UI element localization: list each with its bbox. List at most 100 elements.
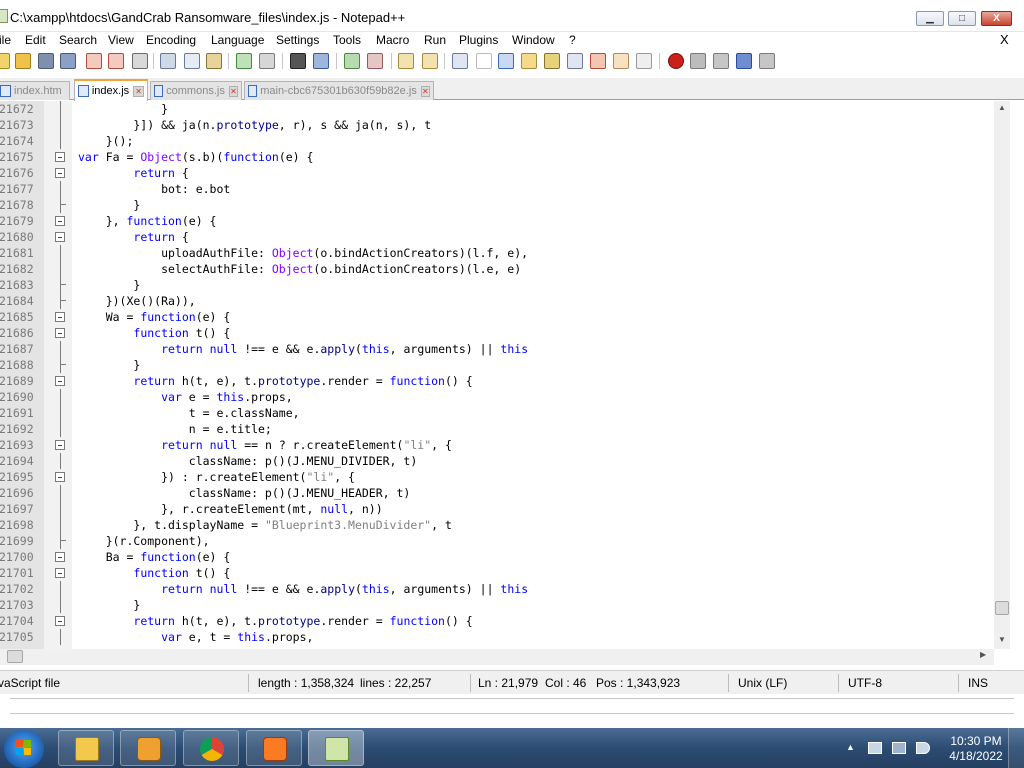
menu-edit[interactable]: Edit bbox=[25, 33, 46, 47]
scroll-down-arrow-icon[interactable]: ▼ bbox=[998, 635, 1006, 644]
code-line[interactable]: 21685 Wa = function(e) { bbox=[0, 309, 1010, 325]
fold-minus-icon[interactable] bbox=[55, 216, 65, 226]
find-icon[interactable] bbox=[290, 53, 306, 69]
menu-run[interactable]: Run bbox=[424, 33, 446, 47]
fold-minus-icon[interactable] bbox=[55, 168, 65, 178]
stop-macro-icon[interactable] bbox=[690, 53, 706, 69]
monitoring-eye-icon[interactable] bbox=[636, 53, 652, 69]
copy-icon[interactable] bbox=[184, 53, 200, 69]
tab-close-icon[interactable]: ✕ bbox=[420, 85, 430, 97]
code-line[interactable]: 21673 }]) && ja(n.prototype, r), s && ja… bbox=[0, 117, 1010, 133]
close-icon[interactable] bbox=[86, 53, 102, 69]
code-line[interactable]: 21701 function t() { bbox=[0, 565, 1010, 581]
code-line[interactable]: 21686 function t() { bbox=[0, 325, 1010, 341]
horizontal-scroll-thumb[interactable] bbox=[7, 650, 23, 663]
code-line[interactable]: 21680 return { bbox=[0, 229, 1010, 245]
menu-plugins[interactable]: Plugins bbox=[459, 33, 498, 47]
code-line[interactable]: 21695 }) : r.createElement("li", { bbox=[0, 469, 1010, 485]
tab-close-icon[interactable]: ✕ bbox=[133, 85, 144, 97]
sync-vertical-icon[interactable] bbox=[398, 53, 414, 69]
scroll-up-arrow-icon[interactable]: ▲ bbox=[998, 103, 1006, 112]
code-line[interactable]: 21696 className: p()(J.MENU_HEADER, t) bbox=[0, 485, 1010, 501]
clock-date[interactable]: 4/18/2022 bbox=[944, 749, 1008, 763]
fold-minus-icon[interactable] bbox=[55, 472, 65, 482]
code-line[interactable]: 21694 className: p()(J.MENU_DIVIDER, t) bbox=[0, 453, 1010, 469]
close-window-button[interactable]: X bbox=[981, 11, 1012, 26]
save-icon[interactable] bbox=[38, 53, 54, 69]
code-line[interactable]: 21679 }, function(e) { bbox=[0, 213, 1010, 229]
code-editor[interactable]: 21672 } 21673 }]) && ja(n.prototype, r), … bbox=[0, 101, 1010, 649]
zoom-in-icon[interactable] bbox=[344, 53, 360, 69]
paste-icon[interactable] bbox=[206, 53, 222, 69]
show-hidden-icons-icon[interactable]: ▲ bbox=[846, 742, 860, 754]
code-line[interactable]: 21672 } bbox=[0, 101, 1010, 117]
function-list-icon[interactable] bbox=[590, 53, 606, 69]
menu-settings[interactable]: Settings bbox=[276, 33, 319, 47]
code-line[interactable]: 21681 uploadAuthFile: Object(o.bindActio… bbox=[0, 245, 1010, 261]
horizontal-scrollbar[interactable]: ▶ bbox=[0, 649, 994, 665]
maximize-button[interactable]: □ bbox=[948, 11, 976, 26]
document-list-icon[interactable] bbox=[567, 53, 583, 69]
close-document-button[interactable]: X bbox=[1000, 32, 1009, 47]
playback-macro-icon[interactable] bbox=[713, 53, 729, 69]
folder-workspace-icon[interactable] bbox=[613, 53, 629, 69]
close-all-icon[interactable] bbox=[108, 53, 124, 69]
code-line[interactable]: 21689 return h(t, e), t.prototype.render… bbox=[0, 373, 1010, 389]
taskbar-media-player[interactable] bbox=[120, 730, 176, 766]
replace-icon[interactable] bbox=[313, 53, 329, 69]
fold-minus-icon[interactable] bbox=[55, 152, 65, 162]
open-file-icon[interactable] bbox=[15, 53, 31, 69]
code-line[interactable]: 21693 return null == n ? r.createElement… bbox=[0, 437, 1010, 453]
menu-file[interactable]: ile bbox=[0, 33, 11, 47]
word-wrap-icon[interactable] bbox=[452, 53, 468, 69]
show-desktop-button[interactable] bbox=[1008, 728, 1024, 768]
code-line[interactable]: 21698 }, t.displayName = "Blueprint3.Men… bbox=[0, 517, 1010, 533]
tab-index-htm[interactable]: index.htm bbox=[0, 81, 70, 100]
code-line[interactable]: 21700 Ba = function(e) { bbox=[0, 549, 1010, 565]
start-button[interactable] bbox=[4, 730, 44, 768]
clock-time[interactable]: 10:30 PM bbox=[948, 734, 1004, 748]
code-line[interactable]: 21704 return h(t, e), t.prototype.render… bbox=[0, 613, 1010, 629]
vertical-scrollbar[interactable]: ▲ ▼ bbox=[994, 101, 1010, 649]
taskbar-notepadpp[interactable] bbox=[308, 730, 364, 766]
show-all-characters-icon[interactable] bbox=[476, 53, 492, 69]
tab-index-js[interactable]: index.js ✕ bbox=[74, 79, 148, 101]
new-file-icon[interactable] bbox=[0, 53, 10, 69]
code-line[interactable]: 21692 n = e.title; bbox=[0, 421, 1010, 437]
fold-minus-icon[interactable] bbox=[55, 328, 65, 338]
code-line[interactable]: 21682 selectAuthFile: Object(o.bindActio… bbox=[0, 261, 1010, 277]
code-line[interactable]: 21688 } bbox=[0, 357, 1010, 373]
menu-window[interactable]: Window bbox=[512, 33, 555, 47]
code-line[interactable]: 21690 var e = this.props, bbox=[0, 389, 1010, 405]
fold-minus-icon[interactable] bbox=[55, 440, 65, 450]
code-line[interactable]: 21683 } bbox=[0, 277, 1010, 293]
code-line[interactable]: 21703 } bbox=[0, 597, 1010, 613]
document-map-icon[interactable] bbox=[544, 53, 560, 69]
undo-icon[interactable] bbox=[236, 53, 252, 69]
action-center-flag-icon[interactable] bbox=[868, 742, 882, 754]
scroll-right-arrow-icon[interactable]: ▶ bbox=[980, 650, 986, 659]
code-line[interactable]: 21687 return null !== e && e.apply(this,… bbox=[0, 341, 1010, 357]
menu-language[interactable]: Language bbox=[211, 33, 264, 47]
vertical-scroll-thumb[interactable] bbox=[995, 601, 1009, 615]
menu-tools[interactable]: Tools bbox=[333, 33, 361, 47]
menu-search[interactable]: Search bbox=[59, 33, 97, 47]
network-icon[interactable] bbox=[892, 742, 906, 754]
taskbar-xampp[interactable] bbox=[246, 730, 302, 766]
user-language-icon[interactable] bbox=[521, 53, 537, 69]
fold-minus-icon[interactable] bbox=[55, 376, 65, 386]
print-icon[interactable] bbox=[132, 53, 148, 69]
fold-minus-icon[interactable] bbox=[55, 616, 65, 626]
code-line[interactable]: 21684 })(Xe()(Ra)), bbox=[0, 293, 1010, 309]
taskbar-explorer[interactable] bbox=[58, 730, 114, 766]
sync-horizontal-icon[interactable] bbox=[422, 53, 438, 69]
cut-icon[interactable] bbox=[160, 53, 176, 69]
code-line[interactable]: 21675 var Fa = Object(s.b)(function(e) { bbox=[0, 149, 1010, 165]
volume-icon[interactable] bbox=[916, 742, 930, 754]
tab-close-icon[interactable]: ✕ bbox=[228, 85, 238, 97]
fold-minus-icon[interactable] bbox=[55, 552, 65, 562]
code-line[interactable]: 21697 }, r.createElement(mt, null, n)) bbox=[0, 501, 1010, 517]
tab-commons-js[interactable]: commons.js ✕ bbox=[150, 81, 242, 100]
record-macro-icon[interactable] bbox=[668, 53, 684, 69]
code-line[interactable]: 21705 var e, t = this.props, bbox=[0, 629, 1010, 645]
